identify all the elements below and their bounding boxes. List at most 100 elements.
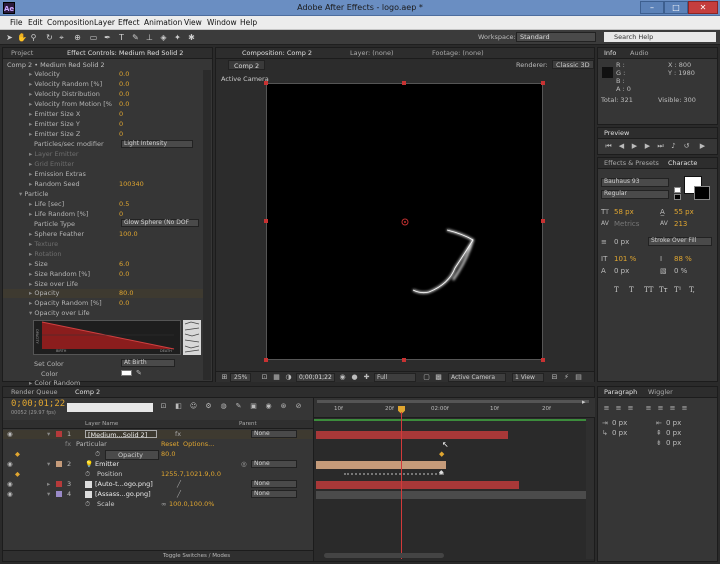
handle-tr[interactable] xyxy=(541,81,545,85)
layer-row-1[interactable]: ◉ ▾ 1 [Medium...Solid 2] fx None xyxy=(3,430,313,439)
camera-tool-icon[interactable]: ⌖ xyxy=(57,33,66,42)
stroke-width-value[interactable]: 0 px xyxy=(614,238,629,246)
safe-zones-icon[interactable]: ⊡ xyxy=(260,373,269,382)
parent-select[interactable]: None xyxy=(251,480,297,488)
work-area-bar[interactable] xyxy=(317,400,589,403)
ec-row-opacity-random[interactable]: ▸ Opacity Random [%] 0.0 xyxy=(3,299,203,308)
black-swatch[interactable] xyxy=(674,194,681,200)
menu-edit[interactable]: Edit xyxy=(28,18,43,27)
tab-effect-controls[interactable]: Effect Controls: Medium Red Solid 2 xyxy=(67,49,183,57)
layer-row-4[interactable]: ◉ ▾ 4 [Assass...go.png] ╱ None xyxy=(3,490,313,499)
tab-audio[interactable]: Audio xyxy=(630,49,648,57)
comp-mini-flowchart-icon[interactable]: ⊡ xyxy=(159,402,168,411)
label-color-red[interactable] xyxy=(56,431,62,437)
last-frame-icon[interactable]: ⏭ xyxy=(656,142,665,151)
draft-3d-icon[interactable]: ◧ xyxy=(174,402,183,411)
constrain-link-icon[interactable]: ∞ xyxy=(161,500,166,508)
vscale-value[interactable]: 101 % xyxy=(614,255,636,263)
ec-row-size[interactable]: ▸ Size 6.0 xyxy=(3,260,203,269)
snapshot-icon[interactable]: ◉ xyxy=(338,373,347,382)
transparency-grid-icon[interactable]: ▩ xyxy=(434,373,443,382)
mask-visibility-icon[interactable]: ◑ xyxy=(284,373,293,382)
position-value[interactable]: 1255.7,1021.9,0.0 xyxy=(161,470,221,478)
tab-info[interactable]: Info xyxy=(604,49,616,57)
tracking-value[interactable]: 213 xyxy=(674,220,687,228)
menu-window[interactable]: Window xyxy=(207,18,237,27)
loop-icon[interactable]: ↺ xyxy=(682,142,691,151)
menu-composition[interactable]: Composition xyxy=(47,18,94,27)
keyframe-nav-icon[interactable]: ◆ xyxy=(15,470,20,478)
first-line-indent-value[interactable]: 0 px xyxy=(612,429,627,437)
ec-row-grid-emitter[interactable]: ▸ Grid Emitter xyxy=(3,160,203,169)
pixel-aspect-icon[interactable]: ⊟ xyxy=(550,373,559,382)
view-layout-select[interactable]: 1 View xyxy=(512,373,544,382)
stopwatch-icon[interactable]: ⏱ xyxy=(95,450,100,459)
time-graph[interactable]: 10f 20f 02:00f 10f 20f ▸ ◆ ◆ ↖ xyxy=(313,398,595,561)
zoom-tool-icon[interactable]: ⚲ xyxy=(29,33,38,42)
indent-left-value[interactable]: 0 px xyxy=(612,419,627,427)
eraser-tool-icon[interactable]: ◈ xyxy=(159,33,168,42)
position-keyframe[interactable]: ◆ xyxy=(439,469,444,476)
space-after-value[interactable]: 0 px xyxy=(666,439,681,447)
ec-row-size-random[interactable]: ▸ Size Random [%] 0.0 xyxy=(3,270,203,279)
particles-modifier-select[interactable]: Light Intensity xyxy=(121,140,193,148)
color-swatch[interactable] xyxy=(121,370,132,376)
justify-all-icon[interactable]: ≡ xyxy=(680,404,689,413)
align-right-icon[interactable]: ≡ xyxy=(626,404,635,413)
tab-comp2-timeline[interactable]: Comp 2 xyxy=(75,388,100,396)
menu-effect[interactable]: Effect xyxy=(118,18,140,27)
baseline-value[interactable]: 0 px xyxy=(614,267,629,275)
font-size-value[interactable]: 58 px xyxy=(614,208,634,216)
ec-row-sphere-feather[interactable]: ▸ Sphere Feather 100.0 xyxy=(3,230,203,239)
keyframe-nav-icon[interactable]: ◆ xyxy=(15,450,20,458)
kerning-value[interactable]: Metrics xyxy=(614,220,639,228)
timeline-zoom-slider[interactable] xyxy=(324,553,444,558)
faux-bold-button[interactable]: T xyxy=(614,286,619,294)
eyedropper-icon[interactable]: ✎ xyxy=(136,369,142,377)
text-tool-icon[interactable]: T xyxy=(117,33,126,42)
handle-mr[interactable] xyxy=(541,219,545,223)
stroke-color-swatch[interactable] xyxy=(694,186,710,200)
ec-row-velocity-distribution[interactable]: ▸ Velocity Distribution 0.0 xyxy=(3,90,203,99)
handle-bm[interactable] xyxy=(402,358,406,362)
zoom-select[interactable]: 25% xyxy=(230,373,252,382)
layer-name[interactable]: Emitter xyxy=(95,460,119,468)
time-ruler[interactable]: 10f 20f 02:00f 10f 20f ▸ xyxy=(314,398,595,418)
handle-tl[interactable] xyxy=(264,81,268,85)
workspace-select[interactable]: Standard xyxy=(516,32,596,42)
zoom-to-end-icon[interactable]: ▸ xyxy=(582,398,586,406)
ec-row-velocity[interactable]: ▸ Velocity 0.0 xyxy=(3,70,203,79)
layer-bar-1[interactable] xyxy=(316,431,508,439)
white-swatch[interactable] xyxy=(674,187,681,193)
graph-toggle-icon[interactable]: ⊘ xyxy=(294,402,303,411)
magnifier-icon[interactable]: ⊞ xyxy=(220,373,229,382)
timeline-icon[interactable]: ▤ xyxy=(574,373,583,382)
switch-icon[interactable]: ╱ xyxy=(177,480,181,488)
handle-tm[interactable] xyxy=(402,81,406,85)
prev-frame-icon[interactable]: ◀ xyxy=(617,142,626,151)
layer-row-2[interactable]: ◉ ▾ 2 💡 Emitter ◎ None xyxy=(3,460,313,469)
parent-select[interactable]: None xyxy=(251,430,297,438)
brainstorm-icon[interactable]: ✎ xyxy=(234,402,243,411)
curve-presets-icon[interactable] xyxy=(183,320,201,355)
justify-center-icon[interactable]: ≡ xyxy=(656,404,665,413)
ec-row-emitter-size-x[interactable]: ▸ Emitter Size X0 xyxy=(3,110,203,119)
handle-br[interactable] xyxy=(541,358,545,362)
hand-tool-icon[interactable]: ✋ xyxy=(17,33,27,42)
hscale-value[interactable]: 88 % xyxy=(674,255,692,263)
leading-value[interactable]: 55 px xyxy=(674,208,694,216)
comp-viewer-canvas[interactable] xyxy=(266,83,543,360)
ec-row-layer-emitter[interactable]: ▸ Layer Emitter xyxy=(3,150,203,159)
ec-row-texture[interactable]: ▸ Texture xyxy=(3,240,203,249)
mask-tool-icon[interactable]: ▭ xyxy=(89,33,98,42)
close-button[interactable]: ✕ xyxy=(688,1,718,14)
switch-icon[interactable]: ╱ xyxy=(177,490,181,498)
layer-name[interactable]: [Assass...go.png] xyxy=(95,490,151,498)
opacity-over-life-graph[interactable]: OPACITY BIRTH DEATH xyxy=(33,320,181,355)
toggle-switches-modes[interactable]: Toggle Switches / Modes xyxy=(163,553,230,559)
handle-bl[interactable] xyxy=(264,358,268,362)
menu-layer[interactable]: Layer xyxy=(94,18,115,27)
tab-preview[interactable]: Preview xyxy=(604,129,629,137)
maximize-button[interactable]: □ xyxy=(664,1,688,14)
rotate-tool-icon[interactable]: ↻ xyxy=(45,33,54,42)
